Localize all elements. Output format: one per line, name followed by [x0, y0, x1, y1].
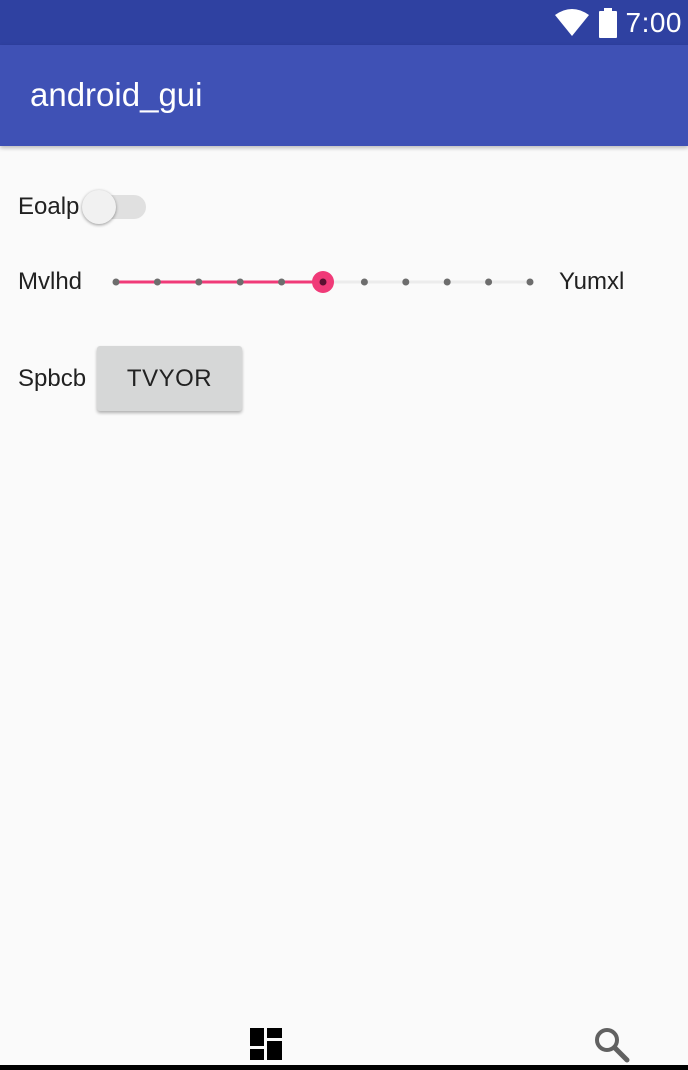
seek-bar-tick [236, 278, 244, 286]
seek-bar-thumb-tick [319, 278, 327, 286]
seek-bar-tick [153, 278, 161, 286]
dashboard-icon[interactable] [248, 1026, 284, 1062]
seek-bar-graphic [112, 271, 534, 293]
button-row-label: Spbcb [18, 365, 87, 392]
nav-bottom-bar [0, 1065, 688, 1070]
slider-end-label: Yumxl [559, 268, 625, 295]
battery-icon [598, 7, 617, 38]
bottom-nav [0, 1010, 688, 1070]
seek-bar-tick [526, 278, 534, 286]
search-icon[interactable] [593, 1026, 631, 1064]
switch-thumb[interactable] [82, 190, 116, 224]
seek-bar-tick [485, 278, 493, 286]
seek-bar[interactable] [104, 262, 544, 302]
seek-bar-tick [278, 278, 286, 286]
seek-bar-tick [443, 278, 451, 286]
app-title: android_gui [30, 76, 203, 113]
seek-bar-tick [402, 278, 410, 286]
status-time: 7:00 [625, 6, 682, 38]
wifi-icon [554, 8, 589, 36]
eoalp-switch[interactable] [80, 190, 150, 224]
tvyor-button[interactable]: TVYOR [97, 346, 242, 411]
seek-bar-tick [195, 278, 203, 286]
app-bar: android_gui [0, 45, 688, 146]
seek-bar-tick [112, 278, 120, 286]
seek-bar-tick [360, 278, 368, 286]
status-icons: 7:00 [554, 0, 683, 45]
status-bar: 7:00 [0, 0, 688, 45]
switch-label: Eoalp [18, 193, 80, 220]
app-screen: 7:00 android_gui Eoalp Mvlhd Yumxl Spbcb… [0, 0, 688, 1070]
slider-start-label: Mvlhd [18, 268, 83, 295]
